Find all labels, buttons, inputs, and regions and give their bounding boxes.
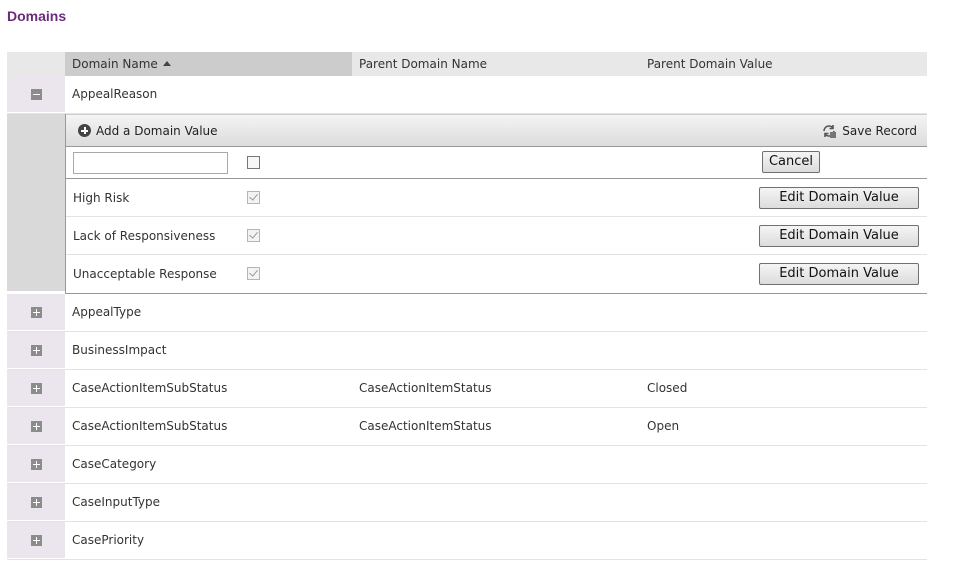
- new-value-checkbox[interactable]: [247, 156, 260, 169]
- table-row: CaseInputType: [7, 484, 927, 522]
- collapse-icon[interactable]: [30, 88, 42, 100]
- save-record-label: Save Record: [842, 123, 917, 138]
- table-row: CaseCategory: [7, 446, 927, 484]
- domain-value-input[interactable]: [73, 151, 228, 174]
- parent-domain-name-cell: [352, 294, 640, 331]
- row-expander-cell: [7, 484, 65, 521]
- table-body: AppealType BusinessImpact CaseActionItemSu…: [7, 294, 927, 560]
- parent-domain-value-cell: Open: [647, 419, 680, 433]
- domain-value-row: High Risk Edit Domain Value: [66, 179, 927, 217]
- domain-name-cell: CaseInputType: [72, 495, 161, 509]
- expand-icon[interactable]: [30, 306, 42, 318]
- domain-name-cell: AppealType: [72, 305, 142, 319]
- active-checkbox[interactable]: [247, 267, 260, 280]
- domain-name-cell: CaseActionItemSubStatus: [72, 381, 228, 395]
- column-header-label: Domain Name: [72, 57, 158, 71]
- cancel-button[interactable]: Cancel: [762, 151, 820, 173]
- domain-name-cell: CaseCategory: [72, 457, 157, 471]
- domain-values-list: High Risk Edit Domain Value Lack of Respon…: [66, 179, 927, 293]
- row-expander-cell: [7, 408, 65, 445]
- parent-domain-name-cell: [352, 332, 640, 369]
- domain-value-name: Lack of Responsiveness: [73, 228, 216, 243]
- expand-icon[interactable]: [30, 458, 42, 470]
- expand-icon[interactable]: [30, 496, 42, 508]
- column-header-domain-name[interactable]: Domain Name: [65, 52, 352, 76]
- save-refresh-icon: [821, 123, 837, 139]
- expand-icon[interactable]: [30, 534, 42, 546]
- active-checkbox[interactable]: [247, 191, 260, 204]
- domain-values-toolbar: Add a Domain Value Save Record: [66, 114, 927, 147]
- table-row: AppealType: [7, 294, 927, 332]
- column-header-parent-domain-value[interactable]: Parent Domain Value: [640, 52, 927, 76]
- detail-gutter: [7, 114, 65, 292]
- parent-domain-name-cell: [352, 484, 640, 521]
- expand-icon[interactable]: [30, 382, 42, 394]
- edit-domain-value-button[interactable]: Edit Domain Value: [759, 187, 919, 209]
- table-row: CaseActionItemSubStatus CaseActionItemSta…: [7, 408, 927, 446]
- table-row-expanded: AppealReason: [7, 76, 927, 114]
- parent-domain-name-cell: CaseActionItemStatus: [359, 419, 492, 433]
- grid-header: Domain Name Parent Domain Name Parent Do…: [7, 52, 927, 76]
- parent-domain-value-cell: [640, 76, 927, 113]
- add-domain-value-label: Add a Domain Value: [96, 123, 218, 138]
- expand-icon[interactable]: [30, 420, 42, 432]
- table-row: CasePriority: [7, 522, 927, 560]
- domain-value-row: Lack of Responsiveness Edit Domain Value: [66, 217, 927, 255]
- parent-domain-value-cell: [640, 484, 927, 521]
- row-expander-cell: [7, 294, 65, 331]
- parent-domain-name-cell: [352, 522, 640, 559]
- parent-domain-value-cell: [640, 522, 927, 559]
- parent-domain-value-cell: [640, 294, 927, 331]
- table-row: BusinessImpact: [7, 332, 927, 370]
- parent-domain-value-cell: [640, 446, 927, 483]
- domain-name-cell: AppealReason: [72, 87, 158, 101]
- parent-domain-name-cell: CaseActionItemStatus: [359, 381, 492, 395]
- add-domain-value-button[interactable]: Add a Domain Value: [78, 124, 218, 138]
- table-row: CaseActionItemSubStatus CaseActionItemSta…: [7, 370, 927, 408]
- parent-domain-value-cell: [640, 332, 927, 369]
- domain-value-name: High Risk: [73, 190, 130, 205]
- row-expander-cell: [7, 370, 65, 407]
- parent-domain-value-cell: Closed: [647, 381, 688, 395]
- row-expander-cell: [7, 446, 65, 483]
- parent-domain-name-cell: [352, 446, 640, 483]
- row-expander-cell: [7, 76, 65, 113]
- domain-name-cell: CasePriority: [72, 533, 145, 547]
- domain-name-cell: CaseActionItemSubStatus: [72, 419, 228, 433]
- domains-grid: Domain Name Parent Domain Name Parent Do…: [7, 52, 927, 560]
- save-record-button[interactable]: Save Record: [821, 123, 917, 139]
- domain-values-panel: Add a Domain Value Save Record Cancel Hi…: [65, 114, 927, 294]
- parent-domain-name-cell: [352, 76, 640, 113]
- row-detail: Add a Domain Value Save Record Cancel Hi…: [7, 114, 927, 294]
- expand-icon[interactable]: [30, 344, 42, 356]
- add-circle-icon: [78, 124, 91, 137]
- row-expander-cell: [7, 522, 65, 559]
- domain-value-name: Unacceptable Response: [73, 267, 217, 281]
- sort-ascending-icon: [162, 61, 171, 66]
- page-title: Domains: [7, 8, 67, 24]
- expander-column-header: [7, 52, 65, 76]
- row-expander-cell: [7, 332, 65, 369]
- active-checkbox[interactable]: [247, 229, 260, 242]
- edit-domain-value-button[interactable]: Edit Domain Value: [759, 263, 919, 285]
- edit-domain-value-button[interactable]: Edit Domain Value: [759, 225, 919, 247]
- domain-name-cell: BusinessImpact: [72, 343, 167, 357]
- new-domain-value-row: Cancel: [66, 147, 927, 179]
- domain-value-row: Unacceptable Response Edit Domain Value: [66, 255, 927, 293]
- column-header-parent-domain-name[interactable]: Parent Domain Name: [352, 52, 640, 76]
